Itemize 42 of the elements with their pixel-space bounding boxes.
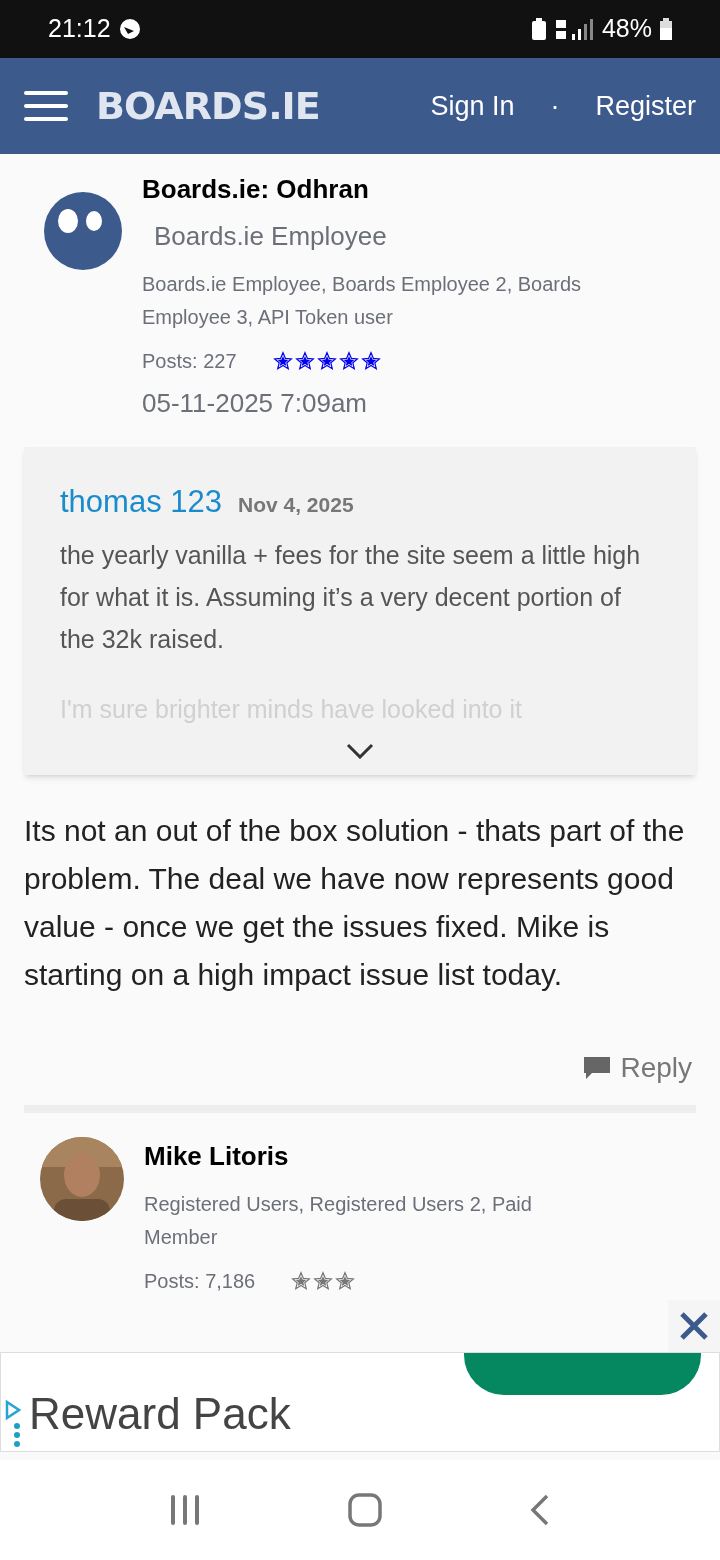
back-icon[interactable] xyxy=(530,1494,550,1526)
separator-dot: · xyxy=(550,89,560,123)
star-icon xyxy=(360,351,381,371)
author-title: Boards.ie Employee xyxy=(154,220,388,253)
ad-choices-icon[interactable] xyxy=(5,1400,21,1420)
clock: 21:12 xyxy=(48,13,111,45)
author-roles: Boards.ie Employee, Boards Employee 2, Boards Employee 3, API Token user xyxy=(142,272,582,330)
reply-button[interactable]: Reply xyxy=(582,1047,692,1089)
battery-icon xyxy=(660,18,672,40)
author-roles: Registered Users, Registered Users 2, Paid Member xyxy=(144,1192,533,1250)
battery-saver-icon xyxy=(531,18,546,40)
star-icon xyxy=(316,351,337,371)
notification-icon xyxy=(118,18,141,40)
comment-icon xyxy=(582,1055,613,1081)
post-count: Posts: 227 xyxy=(142,349,237,374)
home-icon[interactable] xyxy=(348,1493,382,1527)
close-icon xyxy=(679,1311,709,1341)
quote-date: Nov 4, 2025 xyxy=(238,492,354,518)
post-body: Its not an out of the box solution - thats part of the problem. The deal we have now represents good value - once we get the issues fixed. Mike is starting on a high impact issue list today. xyxy=(24,813,686,993)
ad-headline: Reward Pack xyxy=(29,1388,291,1440)
signal-icon xyxy=(553,18,594,40)
star-icon xyxy=(291,1271,312,1291)
recent-apps-icon[interactable] xyxy=(170,1494,200,1526)
close-ad-button[interactable] xyxy=(668,1300,720,1352)
expand-chevron-icon[interactable] xyxy=(346,743,374,759)
star-icon xyxy=(294,351,315,371)
star-icon xyxy=(335,1271,356,1291)
header-link[interactable]: Register xyxy=(595,85,696,127)
quote-text: the yearly vanilla + fees for the site seem a little high for what it is. Assuming it’s a very decent portion of the 32k raised. xyxy=(60,539,642,655)
post-count: Posts: 7,186 xyxy=(144,1269,256,1294)
author-name[interactable]: Boards.ie: Odhran xyxy=(142,170,582,209)
star-icon xyxy=(313,1271,334,1291)
header-link[interactable]: Sign In xyxy=(430,85,515,127)
site-logo[interactable]: BOARDS.IE xyxy=(96,77,320,135)
author-name[interactable]: Mike Litoris xyxy=(144,1137,564,1176)
more-options-icon[interactable] xyxy=(14,1423,20,1447)
menu-icon[interactable] xyxy=(24,91,68,121)
ad-banner[interactable]: Reward Pack xyxy=(0,1352,720,1452)
battery-level: 48% xyxy=(601,13,652,45)
star-icon xyxy=(272,351,293,371)
star-icon xyxy=(338,351,359,371)
post-date: 05-11-2025 7:09am xyxy=(142,387,368,420)
